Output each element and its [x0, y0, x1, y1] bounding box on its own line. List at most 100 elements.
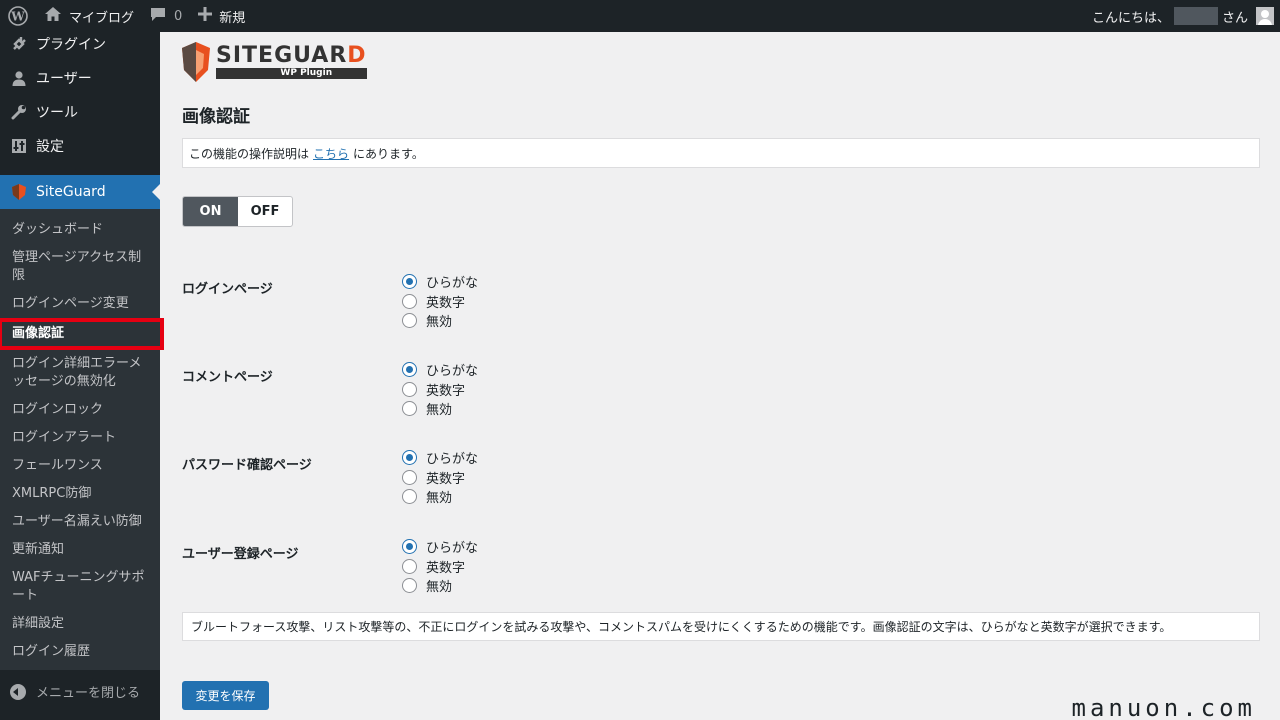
avatar[interactable]	[1256, 7, 1274, 25]
sidebar-item-label: SiteGuard	[36, 184, 106, 200]
radio-button[interactable]	[402, 293, 417, 309]
admin-sidebar: プラグイン ユーザー ツール 設定 SiteGuard ダッシュボード 管理ペー…	[0, 32, 164, 720]
radio-label: 英数字	[426, 295, 466, 311]
submenu-item-login-lock[interactable]: ログインロック	[0, 396, 160, 424]
submenu-item-admin-access[interactable]: 管理ページアクセス制限	[0, 244, 160, 290]
radio-button[interactable]	[402, 578, 417, 594]
greeting-suffix: さん	[1221, 10, 1248, 26]
sidebar-item-plugins[interactable]: プラグイン	[0, 27, 106, 61]
siteguard-submenu: ダッシュボード 管理ページアクセス制限 ログインページ変更 画像認証 ログイン詳…	[0, 209, 164, 670]
submenu-item-username-protect[interactable]: ユーザー名漏えい防御	[0, 508, 160, 536]
comment-count: 0	[174, 8, 183, 24]
main-content: SITEGUARD WP Plugin 画像認証 この機能の操作説明は こちら …	[160, 32, 1280, 720]
logo-title-last: D	[347, 43, 367, 68]
logo-subtitle: WP Plugin	[216, 68, 367, 79]
toggle-on-button[interactable]: ON	[183, 197, 238, 226]
radio-option[interactable]: 英数字	[402, 292, 478, 312]
row-label-login-page: ログインページ	[182, 282, 273, 297]
new-label: 新規	[219, 10, 246, 26]
new-content-link[interactable]: 新規	[190, 0, 253, 32]
sidebar-item-tools[interactable]: ツール	[0, 95, 78, 129]
submenu-item-login-alert[interactable]: ログインアラート	[0, 424, 160, 452]
submenu-item-login-page-change[interactable]: ログインページ変更	[0, 290, 160, 318]
radio-button[interactable]	[402, 313, 417, 329]
sidebar-item-label: ユーザー	[36, 71, 92, 87]
save-changes-button[interactable]: 変更を保存	[182, 681, 269, 710]
comment-bubble-icon	[150, 7, 166, 26]
radio-label: ひらがな	[426, 452, 479, 468]
radio-option[interactable]: 無効	[402, 487, 478, 507]
radio-button[interactable]	[402, 489, 417, 505]
radio-option[interactable]: 英数字	[402, 380, 478, 400]
toggle-off-button[interactable]: OFF	[238, 197, 292, 226]
radio-button[interactable]	[402, 381, 417, 397]
radio-label: 無効	[426, 491, 453, 507]
collapse-menu-label: メニューを閉じる	[36, 686, 141, 701]
plus-icon	[198, 7, 213, 25]
radio-option[interactable]: 英数字	[402, 557, 478, 577]
radio-label: ひらがな	[426, 276, 479, 292]
radio-button-checked[interactable]	[402, 274, 417, 290]
submenu-item-login-error[interactable]: ログイン詳細エラーメッセージの無効化	[0, 350, 160, 396]
collapse-arrow-icon	[10, 683, 26, 700]
sidebar-item-settings[interactable]: 設定	[0, 129, 64, 163]
radio-option[interactable]: ひらがな	[402, 360, 478, 380]
siteguard-icon	[10, 183, 28, 201]
radio-option[interactable]: ひらがな	[402, 272, 478, 292]
radio-button-checked[interactable]	[402, 450, 417, 466]
submenu-item-captcha[interactable]: 画像認証	[0, 318, 164, 350]
submenu-item-update-notify[interactable]: 更新通知	[0, 536, 160, 564]
help-notice: この機能の操作説明は こちら にあります。	[182, 138, 1260, 168]
logo-title-main: SITEGUAR	[216, 43, 348, 68]
my-account-link[interactable]: こんにちは、 さん	[1092, 0, 1274, 32]
user-icon	[10, 69, 28, 87]
admin-bar: W マイブログ 0 新規 こんにちは、 さん	[0, 0, 1280, 32]
radio-group-comment-page: ひらがな 英数字 無効	[402, 360, 478, 419]
submenu-item-advanced[interactable]: 詳細設定	[0, 610, 160, 638]
page-title: 画像認証	[182, 107, 250, 127]
submenu-item-fail-once[interactable]: フェールワンス	[0, 452, 160, 480]
sidebar-item-siteguard[interactable]: SiteGuard	[0, 175, 160, 209]
sidebar-item-users[interactable]: ユーザー	[0, 61, 92, 95]
feature-description: ブルートフォース攻撃、リスト攻撃等の、不正にログインを試みる攻撃や、コメントスパ…	[182, 612, 1260, 641]
help-link[interactable]: こちら	[313, 145, 349, 162]
row-label-password-page: パスワード確認ページ	[182, 458, 312, 473]
notice-text-after: にあります。	[353, 146, 424, 161]
radio-label: 英数字	[426, 560, 466, 576]
radio-label: ひらがな	[426, 541, 479, 557]
radio-group-register-page: ひらがな 英数字 無効	[402, 537, 478, 596]
radio-button[interactable]	[402, 469, 417, 485]
radio-option[interactable]: ひらがな	[402, 448, 478, 468]
radio-group-password-page: ひらがな 英数字 無効	[402, 448, 478, 507]
radio-label: 英数字	[426, 471, 466, 487]
notice-text-before: この機能の操作説明は	[189, 146, 310, 161]
siteguard-logo: SITEGUARD WP Plugin	[182, 42, 367, 82]
feature-toggle: ON OFF	[182, 196, 293, 227]
radio-button[interactable]	[402, 558, 417, 574]
radio-button-checked[interactable]	[402, 539, 417, 555]
siteguard-shield-icon	[182, 42, 210, 82]
radio-button[interactable]	[402, 401, 417, 417]
sidebar-item-label: プラグイン	[36, 37, 106, 53]
collapse-menu-button[interactable]: メニューを閉じる	[10, 682, 140, 701]
submenu-item-login-history[interactable]: ログイン履歴	[0, 638, 160, 666]
radio-label: 無効	[426, 403, 453, 419]
radio-label: 英数字	[426, 383, 466, 399]
submenu-item-waf-tuning[interactable]: WAFチューニングサポート	[0, 564, 160, 610]
radio-option[interactable]: ひらがな	[402, 537, 478, 557]
radio-option[interactable]: 英数字	[402, 468, 478, 488]
home-icon	[44, 6, 62, 26]
submenu-item-xmlrpc[interactable]: XMLRPC防御	[0, 480, 160, 508]
comments-link[interactable]: 0	[142, 0, 190, 32]
row-label-comment-page: コメントページ	[182, 370, 273, 385]
submenu-item-dashboard[interactable]: ダッシュボード	[0, 216, 160, 244]
radio-option[interactable]: 無効	[402, 311, 478, 331]
watermark: manuon.com	[1071, 694, 1256, 720]
greeting-prefix: こんにちは、	[1091, 10, 1170, 26]
sidebar-item-label: 設定	[36, 139, 64, 155]
radio-option[interactable]: 無効	[402, 576, 478, 596]
radio-button-checked[interactable]	[402, 362, 417, 378]
redacted-username	[1173, 7, 1218, 25]
plugin-icon	[10, 35, 28, 53]
radio-option[interactable]: 無効	[402, 399, 478, 419]
